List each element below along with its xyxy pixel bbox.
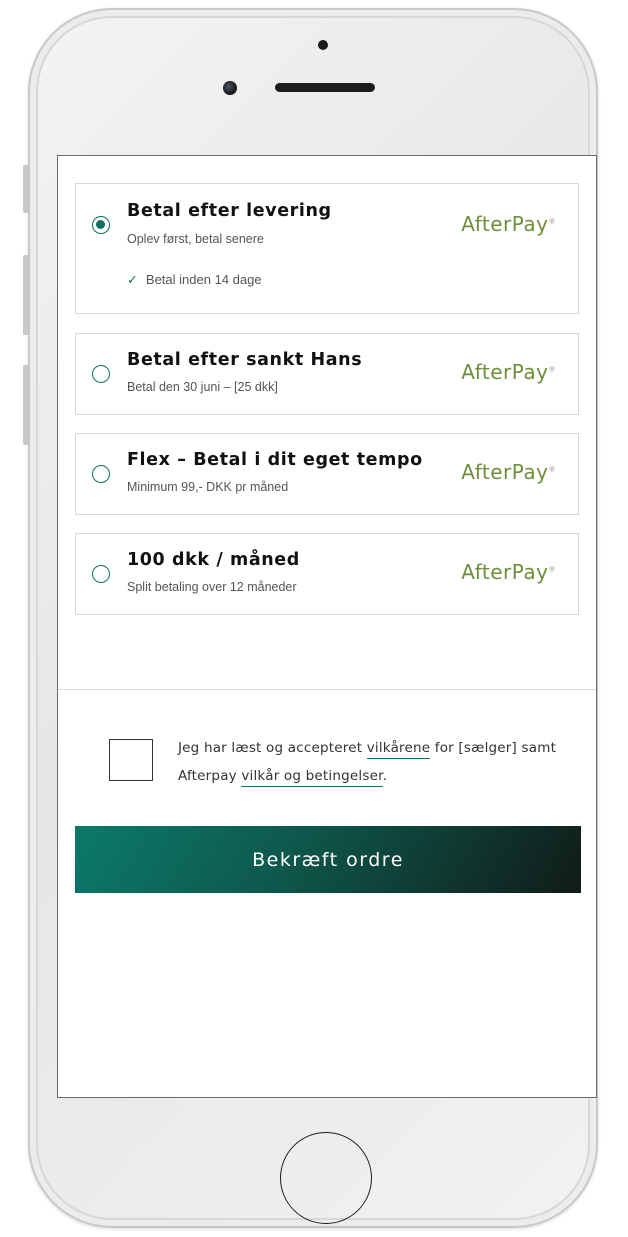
volume-down-button <box>23 365 29 445</box>
payment-option-after-delivery[interactable]: Betal efter levering Oplev først, betal … <box>75 183 579 314</box>
phone-screen: Betal efter levering Oplev først, betal … <box>57 155 597 1098</box>
terms-link-seller[interactable]: vilkårene <box>366 740 431 759</box>
terms-text-part: . <box>382 768 388 784</box>
option-subtitle: Split betaling over 12 måneder <box>127 580 297 594</box>
payment-option-monthly[interactable]: 100 dkk / måned Split betaling over 12 m… <box>75 533 579 615</box>
home-button <box>280 1132 372 1224</box>
mute-switch <box>23 165 29 213</box>
terms-checkbox[interactable] <box>109 739 153 781</box>
checkmark-icon: ✓ <box>127 272 138 287</box>
terms-text: Jeg har læst og accepteret vilkårene for… <box>178 734 578 790</box>
option-subtitle: Oplev først, betal senere <box>127 232 264 246</box>
sensor-dot <box>318 40 328 50</box>
option-subtitle: Minimum 99,- DKK pr måned <box>127 480 289 494</box>
option-subtitle: Betal den 30 juni – [25 dkk] <box>127 380 278 394</box>
front-camera <box>223 81 237 95</box>
earpiece-speaker <box>275 83 375 92</box>
payment-option-flex[interactable]: Flex – Betal i dit eget tempo Minimum 99… <box>75 433 579 515</box>
afterpay-logo: AfterPay® <box>461 360 556 384</box>
terms-link-afterpay[interactable]: vilkår og betingelser <box>241 768 383 787</box>
option-detail: ✓ Betal inden 14 dage <box>127 272 262 287</box>
radio-unselected-icon[interactable] <box>92 465 110 483</box>
radio-unselected-icon[interactable] <box>92 365 110 383</box>
afterpay-logo: AfterPay® <box>461 560 556 584</box>
option-title: 100 dkk / måned <box>127 550 300 570</box>
afterpay-logo: AfterPay® <box>461 212 556 236</box>
terms-text-part: Jeg har læst og accepteret <box>178 740 367 756</box>
section-divider <box>58 689 596 690</box>
option-title: Betal efter sankt Hans <box>127 350 363 370</box>
option-title: Flex – Betal i dit eget tempo <box>127 450 423 470</box>
payment-option-sankt-hans[interactable]: Betal efter sankt Hans Betal den 30 juni… <box>75 333 579 415</box>
confirm-order-button[interactable]: Bekræft ordre <box>75 826 581 893</box>
afterpay-logo: AfterPay® <box>461 460 556 484</box>
radio-unselected-icon[interactable] <box>92 565 110 583</box>
volume-up-button <box>23 255 29 335</box>
option-title: Betal efter levering <box>127 201 332 221</box>
radio-selected-icon[interactable] <box>92 216 110 234</box>
